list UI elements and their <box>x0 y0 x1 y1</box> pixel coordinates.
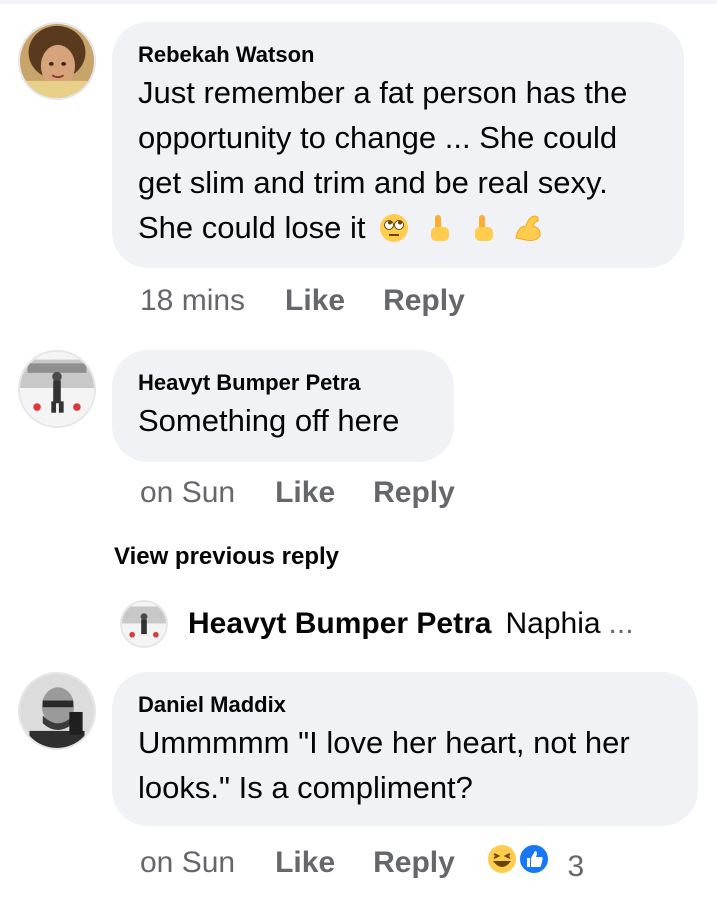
face-with-rolling-eyes-icon <box>380 214 409 242</box>
comment-bubble[interactable]: Rebekah Watson Just remember a fat perso… <box>112 22 684 268</box>
comment-timestamp[interactable]: on Sun <box>140 476 235 510</box>
reply-button[interactable]: Reply <box>383 284 465 318</box>
avatar-petra-icon <box>122 602 166 646</box>
reply-author[interactable]: Heavyt Bumper Petra <box>188 607 491 641</box>
flexed-biceps-icon <box>515 215 541 241</box>
reply-button[interactable]: Reply <box>373 846 455 880</box>
avatar-petra-icon <box>20 352 94 426</box>
avatar[interactable] <box>18 22 96 100</box>
comment-text: Ummmmm "I love her heart, not her looks.… <box>138 725 630 805</box>
comment-bubble[interactable]: Heavyt Bumper Petra Something off here <box>112 350 454 462</box>
view-previous-reply-link[interactable]: View previous reply <box>114 543 339 571</box>
comment-meta: 18 mins Like Reply <box>140 284 503 318</box>
reply-ellipsis: ... <box>608 607 634 640</box>
comment-text: Something off here <box>138 403 400 438</box>
comment-timestamp[interactable]: 18 mins <box>140 284 245 318</box>
avatar[interactable] <box>18 350 96 428</box>
comment-text: Just remember a fat person has the oppor… <box>138 70 658 250</box>
laughing-face-icon <box>485 843 518 875</box>
pointing-hand-icon <box>430 215 449 241</box>
comment-author[interactable]: Heavyt Bumper Petra <box>138 368 428 398</box>
like-button[interactable]: Like <box>275 846 335 880</box>
comment-meta: on Sun Like Reply <box>140 476 493 510</box>
reaction-count: 3 <box>567 850 585 883</box>
comment-author[interactable]: Rebekah Watson <box>138 40 658 70</box>
like-button[interactable]: Like <box>285 284 345 318</box>
avatar[interactable] <box>18 672 96 750</box>
reactions-summary[interactable]: 3 <box>485 842 584 884</box>
collapsed-reply[interactable]: Heavyt Bumper Petra Naphia ... <box>120 600 634 648</box>
top-divider <box>0 0 717 4</box>
reply-button[interactable]: Reply <box>373 476 455 510</box>
pointing-hand-icon <box>475 215 494 241</box>
comment-meta: on Sun Like Reply 3 <box>140 842 584 884</box>
comment-author[interactable]: Daniel Maddix <box>138 690 672 720</box>
thumbs-up-icon <box>518 843 551 875</box>
avatar-rebekah-icon <box>20 24 94 98</box>
comment-timestamp[interactable]: on Sun <box>140 846 235 880</box>
reply-preview: Naphia <box>505 607 601 640</box>
avatar-daniel-icon <box>20 674 94 748</box>
avatar[interactable] <box>120 600 168 648</box>
like-button[interactable]: Like <box>275 476 335 510</box>
comment-bubble[interactable]: Daniel Maddix Ummmmm "I love her heart, … <box>112 672 698 826</box>
